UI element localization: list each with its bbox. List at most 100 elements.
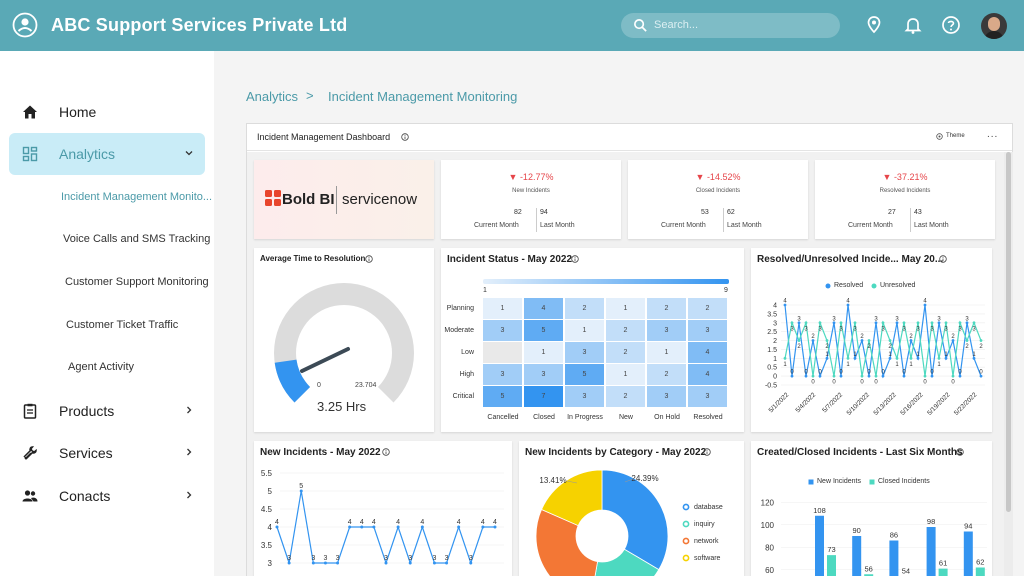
- heatmap-cell[interactable]: 1: [565, 320, 605, 342]
- sidebar-subitem-customer-support[interactable]: Customer Support Monitoring: [65, 276, 209, 288]
- scrollbar-thumb[interactable]: [1006, 152, 1011, 512]
- heatmap-cell[interactable]: 1: [524, 342, 564, 364]
- heatmap-cell[interactable]: 1: [483, 298, 523, 320]
- dashboard-scrollbar[interactable]: [1004, 152, 1013, 576]
- dashboard-header: Incident Management Dashboard Theme ...: [247, 124, 1012, 151]
- sidebar-item-products[interactable]: Products: [9, 390, 205, 432]
- bell-icon[interactable]: [903, 15, 923, 35]
- help-icon[interactable]: [941, 15, 961, 35]
- kpi-last-label: Last Month: [914, 222, 949, 229]
- legend-marker-new-incidents: [808, 479, 814, 485]
- heatmap-title: Incident Status - May 2022: [447, 254, 573, 265]
- data-label: 0: [930, 370, 934, 376]
- info-icon[interactable]: [401, 133, 409, 141]
- legend-marker: [682, 537, 690, 545]
- heatmap-cell[interactable]: 2: [688, 298, 728, 320]
- data-point: [874, 374, 878, 378]
- data-label: 0: [839, 370, 843, 376]
- search-input[interactable]: Search...: [621, 13, 840, 38]
- sidebar-item-contacts[interactable]: Conacts: [9, 475, 205, 517]
- data-label: 3: [797, 316, 801, 322]
- breadcrumb-analytics[interactable]: Analytics: [246, 89, 298, 104]
- sidebar-subitem-incident-management[interactable]: Incident Management Monito...: [61, 191, 212, 203]
- theme-button[interactable]: Theme: [946, 133, 965, 139]
- more-options-button[interactable]: ...: [987, 129, 998, 140]
- sidebar-item-home[interactable]: Home: [9, 91, 205, 133]
- heatmap-cell[interactable]: 1: [606, 298, 646, 320]
- heatmap-cell[interactable]: 4: [688, 342, 728, 364]
- y-tick-label: 4: [268, 523, 273, 532]
- heatmap-cell[interactable]: 2: [565, 298, 605, 320]
- heatmap-cell[interactable]: 3: [483, 320, 523, 342]
- heatmap-cell[interactable]: 3: [647, 320, 687, 342]
- heatmap-cell[interactable]: 5: [483, 386, 523, 408]
- info-icon[interactable]: [956, 448, 964, 456]
- bar-label: 62: [976, 558, 984, 567]
- location-pin-icon[interactable]: [864, 15, 884, 35]
- user-avatar[interactable]: [981, 13, 1007, 39]
- heatmap-cell[interactable]: 2: [606, 386, 646, 408]
- y-tick-label: 0: [773, 374, 777, 381]
- bar-label: 61: [939, 559, 947, 568]
- heatmap-cell[interactable]: [483, 342, 523, 364]
- data-point: [909, 356, 913, 360]
- sidebar-subitem-agent-activity[interactable]: Agent Activity: [68, 361, 134, 373]
- info-icon[interactable]: [571, 255, 579, 263]
- bar-label: 56: [865, 564, 873, 573]
- info-icon[interactable]: [382, 448, 390, 456]
- y-tick-label: 3.5: [261, 541, 273, 550]
- y-tick-label: 1.5: [767, 347, 777, 354]
- y-tick-label: 4.5: [261, 505, 273, 514]
- y-tick-label: 3: [773, 320, 777, 327]
- heatmap-row-label: Planning: [446, 305, 474, 312]
- sidebar-item-services[interactable]: Services: [9, 432, 205, 474]
- kpi-current-value: 27: [888, 209, 896, 216]
- heatmap-cell[interactable]: 2: [606, 342, 646, 364]
- breadcrumb-separator: >: [306, 88, 314, 103]
- theme-icon[interactable]: [936, 133, 943, 140]
- sidebar-item-analytics[interactable]: Analytics: [9, 133, 205, 175]
- heatmap-cell[interactable]: 3: [483, 364, 523, 386]
- bar: [938, 568, 948, 576]
- data-label: 4: [923, 299, 927, 305]
- x-tick-label: 5/13/2022: [872, 391, 898, 417]
- heatmap-cell[interactable]: 5: [565, 364, 605, 386]
- heatmap-cell[interactable]: 2: [647, 364, 687, 386]
- heatmap-cell[interactable]: 3: [688, 386, 728, 408]
- data-label: 3: [408, 555, 412, 562]
- heatmap-cell[interactable]: 2: [647, 298, 687, 320]
- data-label: 3: [336, 555, 340, 562]
- app-title: ABC Support Services Private Ltd: [51, 15, 348, 35]
- y-tick-label: 120: [761, 498, 775, 507]
- servicenow-logo-text: servicenow: [342, 191, 418, 208]
- data-label: 1: [916, 352, 920, 358]
- heatmap-cell[interactable]: 3: [524, 364, 564, 386]
- kpi-last-label: Last Month: [727, 222, 762, 229]
- heatmap-cell[interactable]: 3: [565, 342, 605, 364]
- y-tick-label: 1: [773, 356, 777, 363]
- info-icon[interactable]: [939, 255, 947, 263]
- legend-marker: [682, 520, 690, 528]
- heatmap-cell[interactable]: 4: [524, 298, 564, 320]
- heatmap-cell[interactable]: 4: [688, 364, 728, 386]
- heatmap-cell[interactable]: 2: [606, 320, 646, 342]
- heatmap-cell[interactable]: 1: [606, 364, 646, 386]
- wrench-icon: [23, 446, 37, 460]
- heatmap-cell[interactable]: 3: [565, 386, 605, 408]
- bold-bi-logo-text: Bold BI: [282, 191, 335, 208]
- bar: [926, 527, 936, 576]
- heatmap-cell[interactable]: 3: [688, 320, 728, 342]
- heatmap-cell[interactable]: 3: [647, 386, 687, 408]
- bar-label: 90: [853, 526, 861, 535]
- kpi-change: ▼ -14.52%: [695, 172, 741, 182]
- x-tick-label: 5/4/2022: [794, 391, 817, 414]
- heatmap-cell[interactable]: 7: [524, 386, 564, 408]
- kpi-label: Closed Incidents: [695, 188, 741, 194]
- heatmap-cell[interactable]: 5: [524, 320, 564, 342]
- sidebar-subitem-voice-calls[interactable]: Voice Calls and SMS Tracking: [63, 233, 210, 245]
- heatmap-cell[interactable]: 1: [647, 342, 687, 364]
- sidebar-subitem-ticket-traffic[interactable]: Customer Ticket Traffic: [66, 319, 178, 331]
- data-label: 3: [937, 316, 941, 322]
- y-tick-label: 5.5: [261, 469, 273, 478]
- gauge-min-label: 0: [317, 382, 321, 389]
